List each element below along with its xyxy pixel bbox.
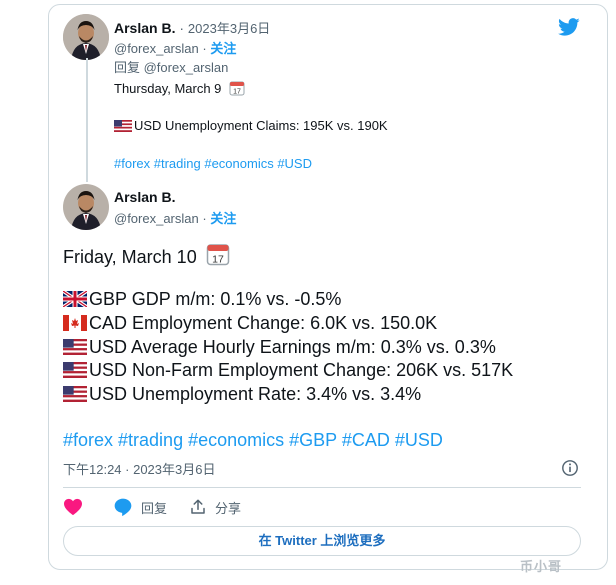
data-line-text: USD Non-Farm Employment Change: 206K vs.… xyxy=(89,360,514,380)
us-flag-icon xyxy=(114,120,132,132)
calendar-icon: 17 xyxy=(229,81,245,96)
thread-line xyxy=(86,58,88,182)
svg-text:17: 17 xyxy=(233,89,241,96)
data-line-text: CAD Employment Change: 6.0K vs. 150.0K xyxy=(89,313,438,333)
us-flag-icon xyxy=(63,362,87,378)
view-more-on-twitter-button[interactable]: 在 Twitter 上浏览更多 xyxy=(63,526,581,556)
tweet-timestamp[interactable]: 下午12:24 · 2023年3月6日 xyxy=(63,459,215,478)
calendar-icon: 17 xyxy=(206,244,229,266)
author-name-text[interactable]: Arslan B. xyxy=(114,20,175,36)
heart-icon xyxy=(64,498,82,516)
reply-hashtags[interactable]: #forex #trading #economics #USD xyxy=(114,156,312,171)
data-line-text: USD Unemployment Rate: 3.4% vs. 3.4% xyxy=(89,384,422,404)
author-handle: @forex_arslan · 关注 xyxy=(114,208,236,227)
twitter-logo-icon[interactable] xyxy=(556,16,582,38)
reply-label[interactable]: 回复 xyxy=(141,498,167,517)
divider xyxy=(63,487,581,488)
data-line-text: USD Average Hourly Earnings m/m: 0.3% vs… xyxy=(89,337,496,357)
uk-flag-icon xyxy=(63,291,87,307)
watermark-text: 币小哥 xyxy=(520,559,563,574)
reply-to-label: 回复 @forex_arslan xyxy=(114,60,229,75)
handle-text[interactable]: @forex_arslan xyxy=(114,211,199,226)
canada-flag-icon xyxy=(63,315,87,331)
author-name[interactable]: Arslan B. xyxy=(114,189,175,205)
share-label[interactable]: 分享 xyxy=(215,498,241,517)
claims-line: USD Unemployment Claims: 195K vs. 190K xyxy=(114,118,388,133)
handle-text[interactable]: @forex_arslan xyxy=(114,41,199,56)
info-icon[interactable] xyxy=(561,459,579,477)
share-button[interactable]: 分享 xyxy=(189,496,241,518)
us-flag-icon xyxy=(63,339,87,355)
main-day-text: Friday, March 10 xyxy=(63,247,197,267)
svg-text:17: 17 xyxy=(212,253,224,265)
author-name[interactable]: Arslan B. · 2023年3月6日 xyxy=(114,18,270,37)
reply-day-text: Thursday, March 9 xyxy=(114,81,222,96)
main-day: Friday, March 10 17 xyxy=(63,242,230,268)
data-line-gbp: GBP GDP m/m: 0.1% vs. -0.5% xyxy=(63,289,341,310)
avatar[interactable] xyxy=(63,14,109,60)
main-hashtags[interactable]: #forex #trading #economics #GBP #CAD #US… xyxy=(63,430,443,451)
claims-text: USD Unemployment Claims: 195K vs. 190K xyxy=(134,118,388,133)
follow-link[interactable]: 关注 xyxy=(210,211,236,226)
author-handle: @forex_arslan · 关注 xyxy=(114,38,236,57)
reply-bubble-icon xyxy=(114,498,132,517)
share-icon xyxy=(191,499,205,514)
avatar[interactable] xyxy=(63,184,109,230)
data-line-cad: CAD Employment Change: 6.0K vs. 150.0K xyxy=(63,313,437,334)
separator-dot: · xyxy=(179,20,188,36)
reply-button[interactable]: 回复 xyxy=(113,496,167,518)
data-line-usd-nfp: USD Non-Farm Employment Change: 206K vs.… xyxy=(63,360,513,381)
follow-link[interactable]: 关注 xyxy=(210,41,236,56)
data-line-usd-rate: USD Unemployment Rate: 3.4% vs. 3.4% xyxy=(63,384,421,405)
like-button[interactable] xyxy=(63,496,91,518)
data-line-usd-ahe: USD Average Hourly Earnings m/m: 0.3% vs… xyxy=(63,337,496,358)
reply-day: Thursday, March 9 17 xyxy=(114,80,245,96)
data-line-text: GBP GDP m/m: 0.1% vs. -0.5% xyxy=(89,289,342,309)
tweet-date[interactable]: 2023年3月6日 xyxy=(188,21,270,36)
us-flag-icon xyxy=(63,386,87,402)
